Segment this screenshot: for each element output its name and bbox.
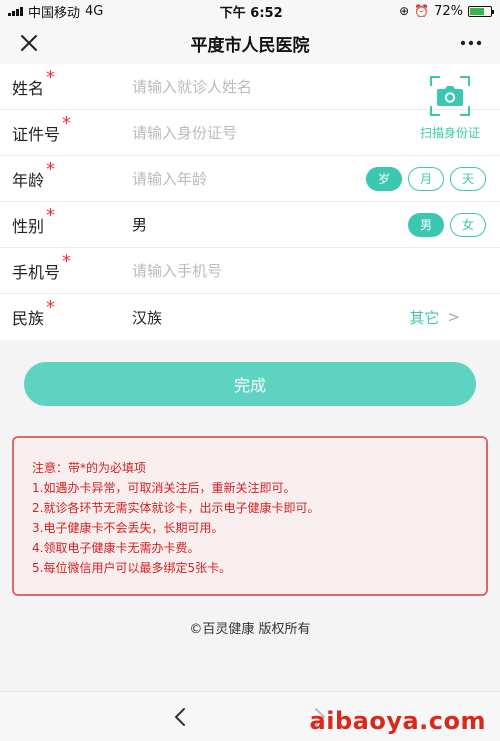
notice-item: 5.每位微信用户可以最多绑定5张卡。 (32, 561, 232, 575)
notice-heading: 注意：带*的为必填项 (32, 461, 147, 475)
signal-icon (8, 6, 23, 16)
back-icon[interactable] (160, 697, 200, 737)
scan-id-card-label: 扫描身份证 (419, 126, 480, 140)
required-mark: * (62, 112, 72, 134)
status-left: 中国移动 4G (8, 2, 103, 21)
required-mark: * (62, 250, 72, 272)
phone-input[interactable] (132, 261, 500, 280)
done-button[interactable]: 完成 (24, 362, 476, 406)
more-menu-icon[interactable] (456, 28, 486, 58)
gender-value: 男 (132, 216, 148, 234)
name-label: 姓名 * (12, 66, 56, 98)
gender-row: 性别 * 男 男 女 (0, 202, 500, 248)
camera-icon (437, 86, 463, 106)
ethnicity-other-label: 其它 (409, 308, 440, 327)
gender-option-male[interactable]: 男 (408, 212, 444, 237)
status-bar: 中国移动 4G 下午 6:52 ⊕ ⏰ 72% (0, 0, 500, 22)
battery-percent: 72% (434, 3, 463, 19)
chevron-right-icon: > (447, 308, 460, 326)
copyright-text: ©百灵健康 版权所有 (189, 622, 311, 637)
required-mark: * (46, 158, 56, 180)
age-row: 年龄* 岁 月 天 (0, 156, 500, 202)
gender-option-female[interactable]: 女 (450, 212, 486, 237)
network-type: 4G (85, 3, 104, 19)
age-unit-year[interactable]: 岁 (366, 166, 402, 191)
status-time: 下午 6:52 (219, 5, 283, 21)
required-mark: * (46, 297, 56, 318)
watermark: aibaoya.com (309, 707, 486, 735)
notice-item: 1.如遇办卡异常，可取消关注后，重新关注即可。 (32, 481, 296, 495)
alarm-icon: ⏰ (414, 4, 430, 18)
notice-box: 注意：带*的为必填项 1.如遇办卡异常，可取消关注后，重新关注即可。 2.就诊各… (12, 436, 488, 596)
notice-item: 3.电子健康卡不会丢失，长期可用。 (32, 521, 224, 535)
id-number-label: 证件号 * (12, 112, 72, 144)
scan-frame (430, 76, 470, 116)
age-input[interactable] (132, 169, 366, 188)
navigation-bar: 平度市人民医院 (0, 22, 500, 64)
page-title: 平度市人民医院 (190, 35, 310, 56)
notice-item: 2.就诊各环节无需实体就诊卡，出示电子健康卡即可。 (32, 501, 320, 515)
status-right: ⊕ ⏰ 72% (399, 3, 494, 19)
gender-selector: 男 女 (408, 212, 500, 237)
battery-icon (467, 5, 494, 17)
required-mark: * (46, 66, 56, 88)
close-icon[interactable] (14, 28, 44, 58)
ethnicity-label: 民族 * (12, 297, 56, 328)
age-unit-selector: 岁 月 天 (366, 166, 500, 191)
age-unit-month[interactable]: 月 (408, 166, 444, 191)
age-unit-day[interactable]: 天 (450, 166, 486, 191)
phone-label: 手机号 * (12, 250, 72, 282)
phone-row: 手机号 * (0, 248, 500, 294)
ethnicity-row[interactable]: 民族 * 汉族 其它 > (0, 294, 500, 340)
ethnicity-other-link[interactable]: 其它 > (409, 307, 500, 328)
scan-id-card-button[interactable]: 扫描身份证 (412, 72, 488, 152)
name-input[interactable] (132, 77, 390, 96)
ethnicity-value: 汉族 (132, 308, 163, 327)
notice-item: 4.领取电子健康卡无需办卡费。 (32, 541, 200, 555)
age-label: 年龄 * (12, 158, 56, 190)
id-number-input[interactable] (132, 123, 390, 142)
gender-label: 性别 * (12, 204, 56, 236)
carrier-name: 中国移动 (28, 5, 81, 21)
lock-rotation-icon: ⊕ (399, 4, 410, 18)
required-mark: * (46, 204, 56, 226)
